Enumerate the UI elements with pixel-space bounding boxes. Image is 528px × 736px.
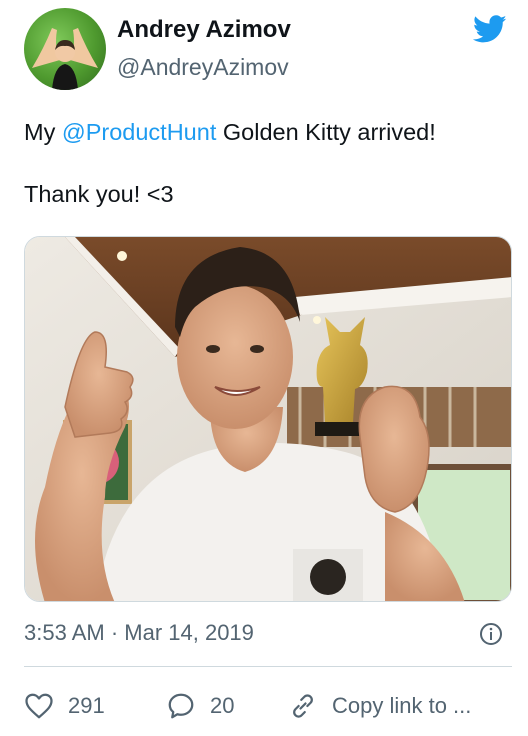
tweet-line-2: Thank you! <3 xyxy=(24,181,174,207)
avatar-body xyxy=(52,64,78,90)
tweet-photo[interactable] xyxy=(24,236,512,602)
like-count: 291 xyxy=(68,693,105,718)
author-avatar[interactable] xyxy=(24,8,106,90)
reply-button[interactable]: 20 xyxy=(166,690,234,722)
mention-link[interactable]: @ProductHunt xyxy=(62,119,216,145)
author-handle[interactable]: @AndreyAzimov xyxy=(117,54,289,81)
heart-icon xyxy=(25,693,53,719)
tweet-text-suffix: Golden Kitty arrived! xyxy=(216,119,436,145)
tweet-text-prefix: My xyxy=(24,119,62,145)
info-icon[interactable] xyxy=(479,622,503,646)
reply-count: 20 xyxy=(210,693,235,718)
twitter-bird-icon[interactable] xyxy=(470,12,510,46)
tweet-timestamp[interactable]: 3:53 AM · Mar 14, 2019 xyxy=(24,620,254,646)
divider xyxy=(24,666,512,667)
tweet-line-1: My @ProductHunt Golden Kitty arrived! xyxy=(24,117,514,148)
reply-bubble-icon xyxy=(168,693,194,719)
link-icon xyxy=(293,694,313,718)
author-name[interactable]: Andrey Azimov xyxy=(117,16,291,44)
copy-link-button[interactable]: Copy link to ... xyxy=(288,690,471,722)
tweet-text: My @ProductHunt Golden Kitty arrived! Th… xyxy=(24,117,514,210)
like-button[interactable]: 291 xyxy=(24,690,105,722)
copy-link-label: Copy link to ... xyxy=(332,693,472,718)
